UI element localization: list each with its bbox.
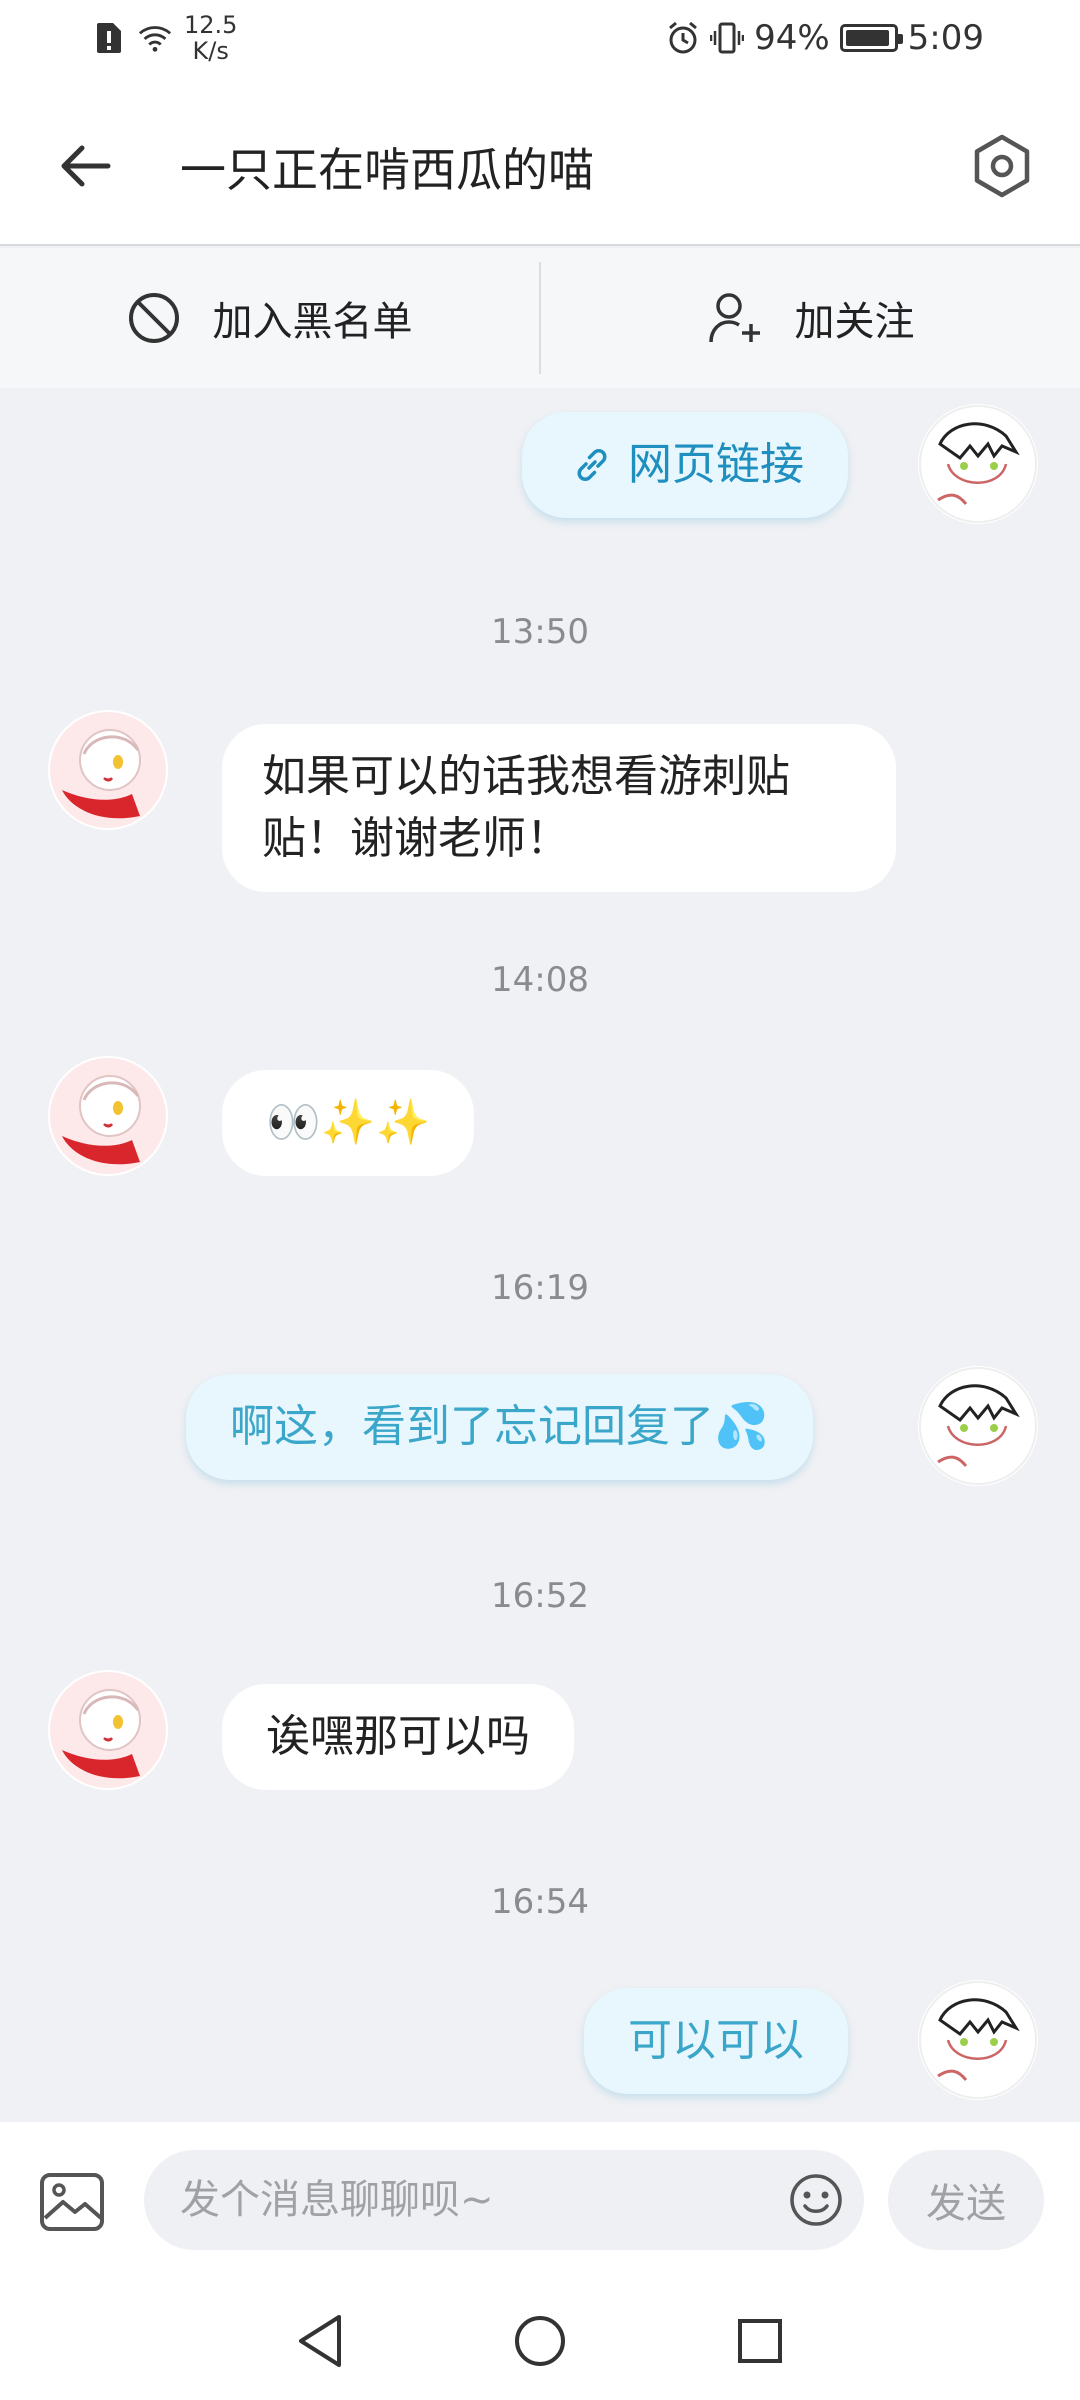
battery-icon — [839, 24, 903, 52]
message-bubble-out[interactable]: 啊这，看到了忘记回复了💦 — [186, 1374, 813, 1480]
follow-label: 加关注 — [794, 299, 915, 345]
timestamp: 13:50 — [491, 612, 589, 652]
battery-percent: 94% — [754, 18, 830, 58]
wifi-icon — [138, 21, 172, 55]
net-speed-value: 12.5 — [184, 11, 238, 39]
avatar-contact[interactable] — [48, 710, 168, 830]
nav-home-button[interactable] — [505, 2306, 575, 2376]
settings-button[interactable] — [962, 126, 1042, 206]
nav-recents-button[interactable] — [725, 2306, 795, 2376]
avatar-contact[interactable] — [48, 1056, 168, 1176]
blacklist-button[interactable]: 加入黑名单 — [0, 248, 539, 388]
avatar-image — [919, 1981, 1037, 2099]
chat-header: 一只正在啃西瓜的喵 — [0, 86, 1080, 246]
square-recents-icon — [738, 2319, 782, 2363]
avatar-image — [50, 1058, 166, 1174]
avatar-image — [919, 1367, 1037, 1485]
link-icon — [577, 449, 607, 481]
link-text: 网页链接 — [628, 439, 804, 490]
circle-home-icon — [515, 2316, 565, 2366]
follow-button[interactable]: 加关注 — [541, 248, 1080, 388]
add-user-icon — [708, 293, 760, 343]
page-title: 一只正在啃西瓜的喵 — [180, 143, 594, 197]
block-icon — [128, 293, 179, 343]
emoji-icon — [790, 2174, 842, 2226]
emoji-button[interactable] — [788, 2172, 844, 2228]
image-button[interactable] — [36, 2166, 108, 2238]
timestamp: 16:52 — [491, 1576, 589, 1616]
battery-fill — [845, 30, 889, 46]
avatar-self[interactable] — [918, 1366, 1038, 1486]
net-speed-unit: K/s — [192, 37, 229, 65]
timestamp: 16:54 — [491, 1882, 589, 1922]
clock: 5:09 — [907, 18, 984, 58]
avatar-contact[interactable] — [48, 1670, 168, 1790]
chat-area[interactable]: 网页链接 13:50 如果可以的话我想看游刺贴 贴！谢谢老师！ 14:08 👀✨… — [0, 388, 1080, 2122]
nav-back-button[interactable] — [285, 2306, 355, 2376]
status-right: 94% 5:09 — [666, 18, 984, 58]
message-bubble-in[interactable]: 如果可以的话我想看游刺贴 贴！谢谢老师！ — [222, 724, 896, 892]
triangle-back-icon — [299, 2315, 341, 2367]
sim-alert-icon — [92, 21, 126, 55]
image-icon — [40, 2173, 104, 2231]
message-text: 啊这，看到了忘记回复了💦 — [230, 1401, 769, 1452]
status-bar: 12.5 K/s 94% 5:09 — [0, 0, 1080, 86]
blacklist-label: 加入黑名单 — [212, 299, 413, 345]
message-text: 可以可以 — [628, 2015, 804, 2066]
avatar-self[interactable] — [918, 404, 1038, 524]
message-bubble-in[interactable]: 👀✨✨ — [222, 1070, 475, 1176]
net-speed: 12.5 K/s — [184, 12, 237, 64]
timestamp: 16:19 — [491, 1268, 589, 1308]
back-button[interactable] — [48, 130, 120, 202]
timestamp: 14:08 — [491, 960, 589, 1000]
avatar-image — [50, 1672, 166, 1788]
message-text: 👀✨✨ — [266, 1097, 431, 1148]
message-input[interactable] — [180, 2150, 780, 2250]
status-left: 12.5 K/s — [92, 12, 237, 64]
message-bubble-out[interactable]: 网页链接 — [522, 412, 848, 518]
avatar-self[interactable] — [918, 1980, 1038, 2100]
message-bubble-in[interactable]: 诶嘿那可以吗 — [222, 1684, 574, 1790]
message-input-wrapper — [144, 2150, 864, 2250]
message-text: 诶嘿那可以吗 — [266, 1711, 530, 1762]
avatar-image — [50, 712, 166, 828]
arrow-left-icon — [61, 145, 111, 187]
avatar-image — [919, 405, 1037, 523]
vibrate-icon — [710, 21, 745, 55]
message-text-line: 如果可以的话我想看游刺贴 — [262, 751, 790, 802]
action-bar: 加入黑名单 加关注 — [0, 248, 1080, 388]
alarm-icon — [666, 21, 700, 55]
send-button[interactable]: 发送 — [888, 2150, 1044, 2250]
gear-icon — [974, 134, 1030, 198]
input-bar: 发送 — [0, 2122, 1080, 2282]
message-bubble-out[interactable]: 可以可以 — [584, 1988, 848, 2094]
message-text-line: 贴！谢谢老师！ — [262, 813, 570, 864]
system-nav-bar — [0, 2282, 1080, 2400]
